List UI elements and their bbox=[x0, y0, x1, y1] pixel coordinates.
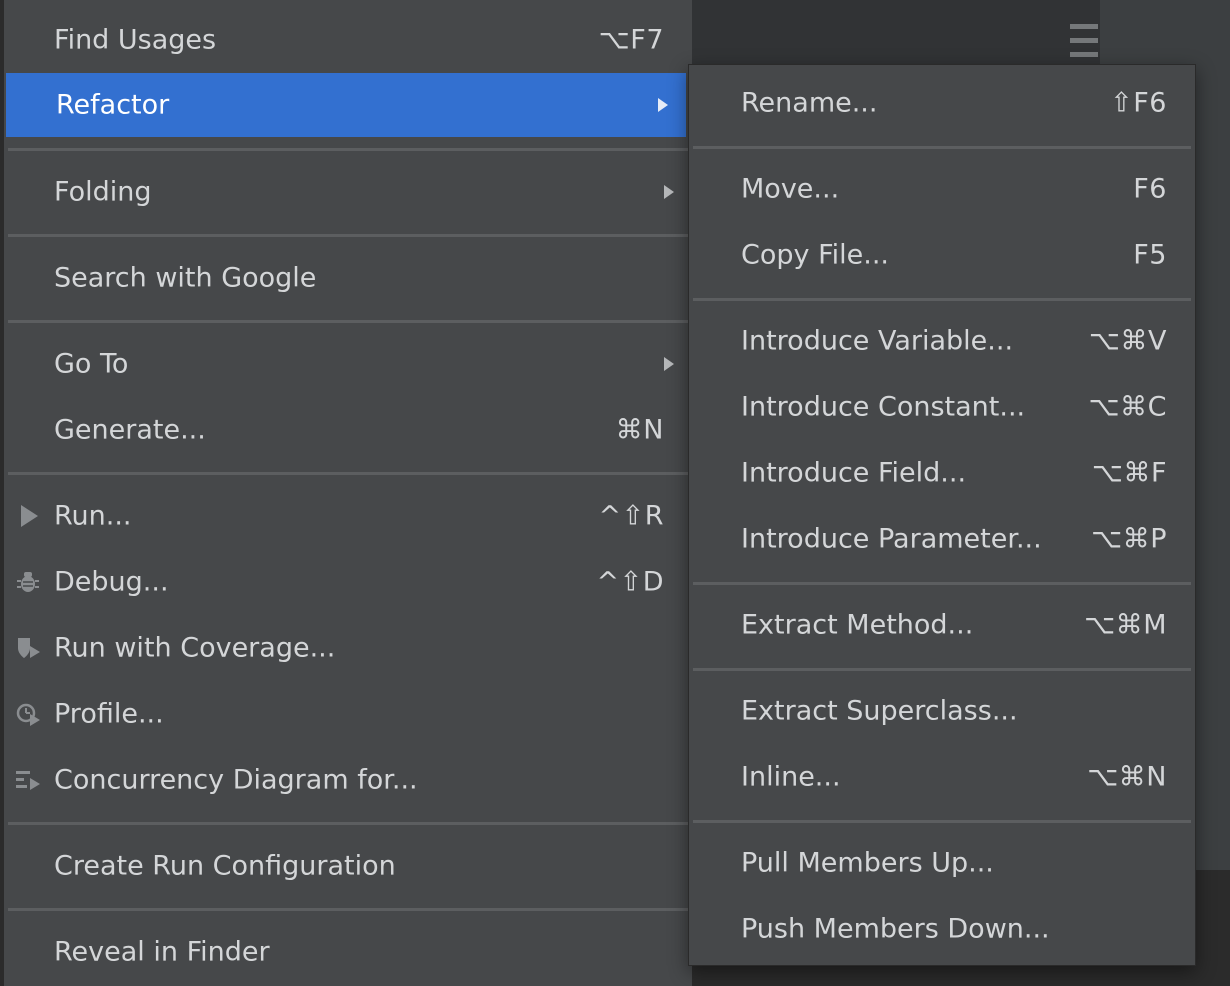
menu-separator bbox=[8, 822, 692, 825]
submenu-item-extract-method[interactable]: Extract Method... ⌥⌘M bbox=[689, 593, 1195, 657]
menu-separator bbox=[8, 472, 692, 475]
menu-separator bbox=[8, 908, 692, 911]
menu-item-label: Introduce Parameter... bbox=[741, 523, 1042, 555]
menu-item-go-to[interactable]: Go To bbox=[4, 332, 692, 396]
menu-separator bbox=[693, 582, 1191, 585]
submenu-item-introduce-field[interactable]: Introduce Field... ⌥⌘F bbox=[689, 441, 1195, 505]
menu-item-label: Rename... bbox=[741, 87, 878, 119]
menu-item-generate[interactable]: Generate... ⌘N bbox=[4, 398, 692, 462]
scroll-markers bbox=[1070, 24, 1098, 66]
menu-item-profile[interactable]: Profile... bbox=[4, 682, 692, 746]
menu-item-label: Extract Superclass... bbox=[741, 695, 1018, 727]
menu-item-label: Generate... bbox=[54, 414, 206, 446]
menu-item-label: Debug... bbox=[54, 566, 169, 598]
menu-item-shortcut: ⌥⌘C bbox=[1088, 391, 1167, 423]
submenu-item-introduce-constant[interactable]: Introduce Constant... ⌥⌘C bbox=[689, 375, 1195, 439]
menu-item-run[interactable]: Run... ^⇧R bbox=[4, 484, 692, 548]
menu-item-shortcut: F6 bbox=[1133, 173, 1167, 205]
menu-separator bbox=[693, 146, 1191, 149]
menu-item-run-with-coverage[interactable]: Run with Coverage... bbox=[4, 616, 692, 680]
menu-item-label: Run with Coverage... bbox=[54, 632, 336, 664]
submenu-item-introduce-variable[interactable]: Introduce Variable... ⌥⌘V bbox=[689, 309, 1195, 373]
menu-item-label: Find Usages bbox=[54, 24, 217, 56]
concurrency-icon bbox=[14, 766, 42, 794]
menu-item-folding[interactable]: Folding bbox=[4, 160, 692, 224]
menu-item-label: Push Members Down... bbox=[741, 913, 1050, 945]
menu-item-shortcut: ⌥⌘N bbox=[1087, 761, 1167, 793]
menu-item-shortcut: ⌥⌘F bbox=[1091, 457, 1167, 489]
menu-item-label: Inline... bbox=[741, 761, 841, 793]
submenu-item-inline[interactable]: Inline... ⌥⌘N bbox=[689, 745, 1195, 809]
menu-item-shortcut: ⌥⌘V bbox=[1088, 325, 1167, 357]
menu-separator bbox=[8, 320, 692, 323]
menu-item-label: Extract Method... bbox=[741, 609, 974, 641]
menu-item-refactor[interactable]: Refactor bbox=[6, 73, 686, 137]
menu-item-shortcut: F5 bbox=[1133, 239, 1167, 271]
menu-item-label: Profile... bbox=[54, 698, 164, 730]
menu-item-label: Folding bbox=[54, 176, 152, 208]
menu-item-create-run-configuration[interactable]: Create Run Configuration bbox=[4, 834, 692, 898]
menu-item-search-with-google[interactable]: Search with Google bbox=[4, 246, 692, 310]
menu-item-label: Create Run Configuration bbox=[54, 850, 396, 882]
menu-item-shortcut: ⌥⌘M bbox=[1084, 609, 1167, 641]
menu-item-debug[interactable]: Debug... ^⇧D bbox=[4, 550, 692, 614]
menu-separator bbox=[693, 820, 1191, 823]
menu-item-concurrency-diagram[interactable]: Concurrency Diagram for... bbox=[4, 748, 692, 812]
menu-item-shortcut: ^⇧D bbox=[596, 566, 664, 598]
menu-item-reveal-in-finder[interactable]: Reveal in Finder bbox=[4, 920, 692, 984]
submenu-item-push-members-down[interactable]: Push Members Down... bbox=[689, 897, 1195, 961]
menu-item-label: Introduce Variable... bbox=[741, 325, 1014, 357]
menu-item-shortcut: ⌥F7 bbox=[598, 24, 664, 56]
menu-item-label: Copy File... bbox=[741, 239, 889, 271]
submenu-arrow-icon bbox=[664, 357, 674, 371]
menu-item-label: Move... bbox=[741, 173, 840, 205]
menu-separator bbox=[8, 148, 692, 151]
menu-item-label: Refactor bbox=[56, 89, 170, 121]
menu-item-label: Run... bbox=[54, 500, 132, 532]
bug-icon bbox=[14, 568, 42, 596]
submenu-item-move[interactable]: Move... F6 bbox=[689, 157, 1195, 221]
submenu-item-rename[interactable]: Rename... ⇧F6 bbox=[689, 71, 1195, 135]
menu-item-shortcut: ⌘N bbox=[615, 414, 664, 446]
submenu-item-pull-members-up[interactable]: Pull Members Up... bbox=[689, 831, 1195, 895]
submenu-item-introduce-parameter[interactable]: Introduce Parameter... ⌥⌘P bbox=[689, 507, 1195, 571]
menu-item-shortcut: ^⇧R bbox=[598, 500, 664, 532]
submenu-arrow-icon bbox=[658, 98, 668, 112]
menu-item-shortcut: ⌥⌘P bbox=[1091, 523, 1167, 555]
menu-item-find-usages[interactable]: Find Usages ⌥F7 bbox=[4, 8, 692, 72]
submenu-item-copy-file[interactable]: Copy File... F5 bbox=[689, 223, 1195, 287]
menu-separator bbox=[693, 668, 1191, 671]
menu-item-label: Introduce Constant... bbox=[741, 391, 1026, 423]
context-menu: Find Usages ⌥F7 Refactor Folding Search … bbox=[4, 0, 692, 986]
menu-separator bbox=[8, 234, 692, 237]
profile-icon bbox=[14, 700, 42, 728]
run-icon bbox=[14, 502, 42, 530]
refactor-submenu: Rename... ⇧F6 Move... F6 Copy File... F5… bbox=[688, 64, 1196, 966]
submenu-item-extract-superclass[interactable]: Extract Superclass... bbox=[689, 679, 1195, 743]
menu-item-label: Go To bbox=[54, 348, 129, 380]
menu-item-shortcut: ⇧F6 bbox=[1110, 87, 1167, 119]
menu-item-label: Search with Google bbox=[54, 262, 317, 294]
menu-item-label: Introduce Field... bbox=[741, 457, 967, 489]
menu-item-label: Concurrency Diagram for... bbox=[54, 764, 418, 796]
menu-separator bbox=[693, 298, 1191, 301]
coverage-icon bbox=[14, 634, 42, 662]
menu-item-label: Reveal in Finder bbox=[54, 936, 270, 968]
menu-item-label: Pull Members Up... bbox=[741, 847, 994, 879]
submenu-arrow-icon bbox=[664, 185, 674, 199]
